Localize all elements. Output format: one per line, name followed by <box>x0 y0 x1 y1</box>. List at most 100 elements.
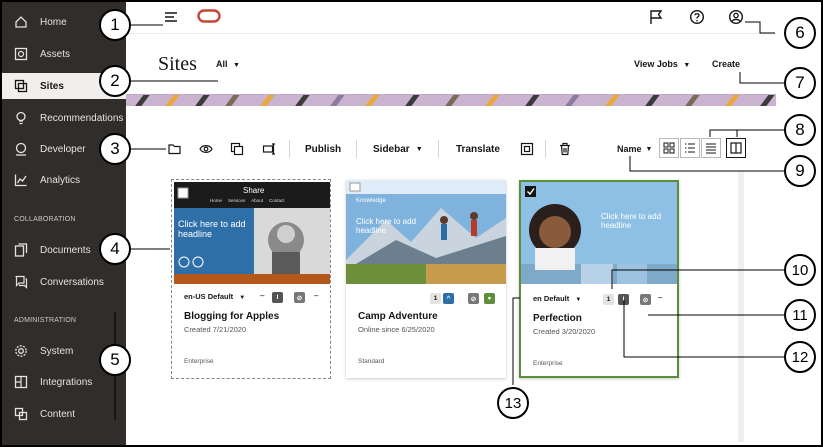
toolbar-divider <box>438 140 439 158</box>
sidebar-dropdown-label: Sidebar <box>373 143 410 155</box>
sidebar-item-recommendations[interactable]: Recommendations <box>2 105 126 131</box>
assets-icon <box>14 47 28 61</box>
site-type: Standard <box>358 358 385 365</box>
decorative-banner <box>126 94 776 106</box>
callout-badge: 4 <box>99 233 131 265</box>
sites-icon <box>14 79 28 93</box>
view-jobs-label: View Jobs <box>634 59 678 69</box>
status-icon: ⊘ <box>468 293 479 304</box>
top-bar <box>126 2 776 34</box>
status-icon: I <box>272 292 283 303</box>
side-panel-icon <box>730 142 742 154</box>
sidebar-item-label: Analytics <box>40 174 81 186</box>
help-icon[interactable] <box>689 9 705 25</box>
filter-dropdown[interactable]: All ▼ <box>216 59 240 69</box>
sidebar-item-assets[interactable]: Assets <box>2 41 126 67</box>
view-jobs-dropdown[interactable]: View Jobs ▼ <box>634 59 690 69</box>
toolbar-divider <box>289 140 290 158</box>
conversations-icon <box>14 275 28 289</box>
sidebar-item-label: Sites <box>40 80 64 92</box>
status-icon: ⊘ <box>640 294 651 305</box>
sidebar-item-label: Conversations <box>40 276 104 288</box>
site-meta: Created 7/21/2020 <box>184 325 247 334</box>
sidebar-item-label: Integrations <box>40 376 93 388</box>
sidebar-item-label: Home <box>40 16 67 28</box>
translate-button[interactable]: Translate <box>456 142 500 156</box>
list-icon <box>685 143 695 153</box>
sort-label: Name <box>617 144 642 154</box>
oracle-logo <box>197 9 221 23</box>
status-icon: I <box>618 294 629 305</box>
status-dash: – <box>260 291 265 300</box>
user-avatar-icon[interactable] <box>728 9 744 25</box>
sidebar-item-analytics[interactable]: Analytics <box>2 167 126 193</box>
lightbulb-icon <box>14 111 28 125</box>
status-icon: ● <box>484 293 495 304</box>
documents-icon <box>14 243 28 257</box>
sidebar-item-conversations[interactable]: Conversations <box>2 269 126 295</box>
view-eye-icon[interactable] <box>199 142 213 156</box>
chevron-down-icon: ▼ <box>233 62 240 69</box>
open-folder-icon[interactable] <box>168 142 182 156</box>
site-type: Enterprise <box>184 358 214 365</box>
content-icon <box>14 407 28 421</box>
sidebar-item-label: Documents <box>40 244 91 256</box>
site-name: Camp Adventure <box>358 311 438 322</box>
thumbnail-heading: Knowledge <box>356 198 386 204</box>
trash-icon[interactable] <box>558 142 572 156</box>
chevron-down-icon: ▼ <box>683 62 691 69</box>
chevron-down-icon: ▼ <box>415 145 423 153</box>
list-view-button[interactable] <box>680 138 700 158</box>
callout-badge: 12 <box>784 341 816 373</box>
callout-badge: 6 <box>784 17 816 49</box>
site-card-selected[interactable]: Click here to add headline en Default ▼ … <box>519 180 679 378</box>
site-thumbnail: Share Home Services About Contact Click … <box>174 182 330 284</box>
callout-badge: 3 <box>99 133 131 165</box>
site-name: Blogging for Apples <box>184 311 280 322</box>
site-card[interactable]: Knowledge Click here to add headline 1 ^… <box>346 180 506 378</box>
site-meta: Online since 6/25/2020 <box>358 325 435 334</box>
section-label-administration: ADMINISTRATION <box>14 317 77 324</box>
flag-icon[interactable] <box>648 9 664 25</box>
copy-icon[interactable] <box>230 142 244 156</box>
info-panel-button[interactable] <box>726 138 746 158</box>
thumbnail-nav: Home Services About Contact <box>210 198 285 203</box>
site-thumbnail: Click here to add headline <box>521 182 677 286</box>
site-properties-icon[interactable] <box>520 142 534 156</box>
status-dash: – <box>658 293 663 302</box>
sidebar-dropdown[interactable]: Sidebar ▼ <box>373 142 423 156</box>
callout-badge: 2 <box>99 65 131 97</box>
create-button[interactable]: Create <box>712 59 740 69</box>
thumbnail-nav-item: About <box>251 198 264 203</box>
table-view-button[interactable] <box>701 138 721 158</box>
sort-dropdown[interactable]: Name ▼ <box>617 142 652 156</box>
publish-button[interactable]: Publish <box>305 142 341 156</box>
language-dropdown[interactable]: en Default ▼ <box>533 294 581 303</box>
thumbnail-heading: Share <box>243 186 265 195</box>
sidebar-item-label: Content <box>40 408 76 420</box>
status-dash: – <box>314 291 319 300</box>
thumbnail-headline: Click here to add headline <box>601 212 662 230</box>
language-value: en Default <box>533 294 570 303</box>
toolbar-divider <box>356 140 357 158</box>
count-badge: 1 <box>430 293 441 304</box>
section-label-collaboration: COLLABORATION <box>14 216 76 223</box>
sidebar-item-content[interactable]: Content <box>2 401 126 427</box>
thumbnail-headline: Click here to add headline <box>356 217 417 235</box>
thumbnail-nav-item: Contact <box>269 198 285 203</box>
filter-value: All <box>216 59 228 69</box>
site-card[interactable]: Share Home Services About Contact Click … <box>171 179 331 379</box>
language-dropdown[interactable]: en-US Default ▼ <box>184 292 245 301</box>
callout-badge: 9 <box>784 155 816 187</box>
scrollbar[interactable] <box>738 172 744 442</box>
chevron-down-icon: ▼ <box>575 297 582 303</box>
hamburger-menu-icon[interactable] <box>163 10 179 26</box>
grid-view-button[interactable] <box>659 138 679 158</box>
status-icon: ⊘ <box>294 292 305 303</box>
thumbnail-nav-item: Home <box>210 198 223 203</box>
sidebar-item-label: System <box>40 345 74 357</box>
page-title: Sites <box>158 53 197 75</box>
rename-icon[interactable] <box>262 142 276 156</box>
sidebar-item-label: Assets <box>40 48 71 60</box>
analytics-icon <box>14 173 28 187</box>
